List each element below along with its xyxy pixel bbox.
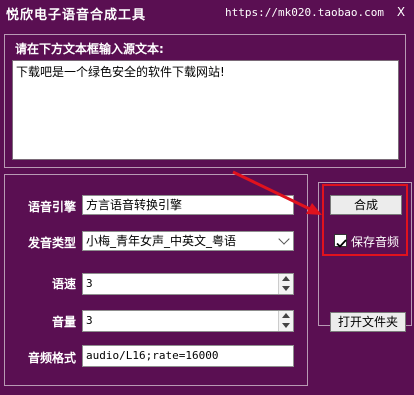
format-input[interactable]: audio/L16;rate=16000 [82,345,294,367]
arrow-up-icon[interactable] [282,276,290,281]
format-value: audio/L16;rate=16000 [86,349,219,362]
engine-label: 语音引擎 [27,200,76,214]
speed-spin-buttons[interactable] [278,274,293,294]
voice-label: 发音类型 [27,236,76,250]
speed-label: 语速 [51,277,76,291]
volume-spin-buttons[interactable] [278,311,293,331]
arrow-up-icon[interactable] [282,313,290,318]
checkmark-icon [336,239,347,248]
volume-stepper[interactable]: 3 [82,310,294,332]
open-folder-button[interactable]: 打开文件夹 [330,312,406,332]
speed-stepper[interactable]: 3 [82,273,294,295]
save-audio-label: 保存音频 [351,235,400,249]
synthesize-button[interactable]: 合成 [330,195,402,215]
engine-select[interactable]: 方言语音转换引擎 [82,195,294,215]
engine-select-value: 方言语音转换引擎 [86,198,183,212]
format-label: 音频格式 [27,351,76,365]
voice-select-value: 小梅_青年女声_中英文_粤语 [86,234,237,248]
volume-value: 3 [86,314,93,327]
close-button[interactable]: X [393,4,409,20]
chevron-down-icon [278,233,290,245]
arrow-down-icon[interactable] [282,286,290,291]
save-audio-checkbox[interactable] [334,234,347,248]
volume-label: 音量 [51,315,76,329]
speed-value: 3 [86,277,93,290]
source-text-label: 请在下方文本框输入源文本: [15,42,164,56]
voice-select[interactable]: 小梅_青年女声_中英文_粤语 [82,231,294,251]
source-text-input[interactable] [12,60,399,160]
site-url[interactable]: https://mk020.taobao.com [225,6,384,19]
arrow-down-icon[interactable] [282,323,290,328]
app-title: 悦欣电子语音合成工具 [6,8,147,23]
